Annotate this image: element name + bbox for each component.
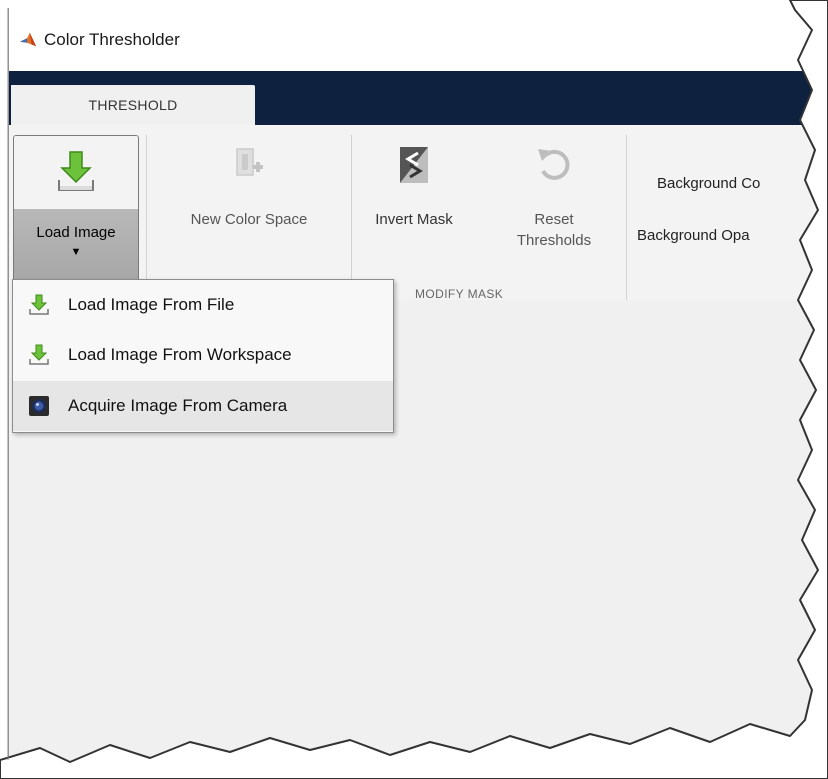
- menu-item-label: Acquire Image From Camera: [68, 396, 288, 415]
- invert-mask-button[interactable]: Invert Mask: [359, 145, 469, 245]
- load-image-label: Load Image: [36, 224, 116, 241]
- load-image-menu: Load Image From File Load Image From Wor…: [12, 279, 394, 433]
- tab-strip: THRESHOLD: [9, 71, 821, 125]
- menu-item-label: Load Image From Workspace: [68, 345, 292, 364]
- camera-icon: [29, 396, 49, 416]
- background-color-label[interactable]: Background Co: [657, 175, 760, 192]
- tab-threshold-label: THRESHOLD: [88, 97, 178, 113]
- load-image-dropdown-caret[interactable]: ▼: [14, 246, 138, 258]
- new-color-space-label: New Color Space: [190, 211, 308, 228]
- ribbon-separator: [626, 135, 627, 310]
- load-arrow-icon: [29, 294, 49, 315]
- menu-item-label: Load Image From File: [68, 295, 235, 314]
- menu-item-acquire-from-camera[interactable]: Acquire Image From Camera: [13, 381, 393, 431]
- window-title: Color Thresholder: [44, 30, 180, 49]
- load-arrow-icon: [58, 151, 94, 191]
- reset-label-line2: Thresholds: [516, 232, 592, 249]
- reset-icon: [538, 149, 570, 180]
- background-opacity-label[interactable]: Background Opa: [637, 227, 750, 244]
- toolstrip-ribbon: Load Image ▼ New Color Space Invert Mask…: [9, 125, 821, 310]
- group-label-modify-mask: MODIFY MASK: [415, 287, 504, 301]
- ribbon-separator: [146, 135, 147, 285]
- reset-label-line1: Reset: [534, 211, 574, 228]
- ribbon-separator: [351, 135, 352, 285]
- menu-item-load-from-workspace[interactable]: Load Image From Workspace: [13, 330, 393, 380]
- load-arrow-icon: [29, 344, 49, 365]
- new-color-space-icon: [236, 148, 263, 176]
- menu-item-load-from-file[interactable]: Load Image From File: [13, 280, 393, 330]
- tab-threshold[interactable]: THRESHOLD: [11, 85, 255, 125]
- title-bar: Color Thresholder: [9, 8, 821, 72]
- screenshot-stage: Color Thresholder THRESHOLD Load Image ▼: [0, 0, 828, 779]
- matlab-logo-icon: [19, 32, 37, 47]
- load-image-button[interactable]: Load Image ▼: [13, 135, 139, 283]
- invert-mask-label: Invert Mask: [375, 211, 453, 228]
- new-color-space-button[interactable]: New Color Space: [149, 145, 349, 245]
- invert-mask-icon: [400, 147, 428, 183]
- reset-thresholds-button[interactable]: Reset Thresholds: [489, 145, 619, 255]
